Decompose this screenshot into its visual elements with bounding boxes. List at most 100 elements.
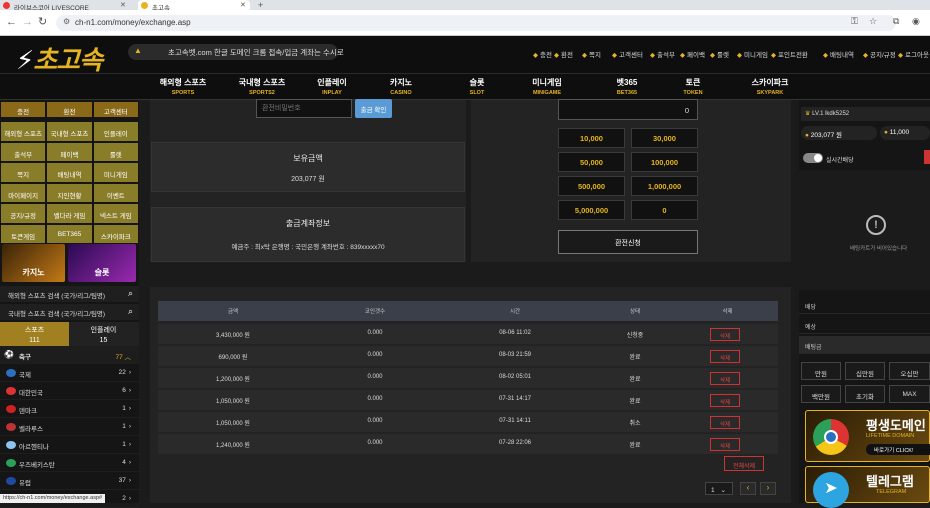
page-select[interactable]: 1 ⌄: [705, 482, 733, 495]
nav-item-sports[interactable]: 해외형 스포츠 SPORTS: [138, 77, 228, 96]
close-tab-icon[interactable]: ✕: [240, 1, 246, 9]
sidebar-menu-item-11[interactable]: 이벤트: [92, 182, 139, 203]
withdraw-submit-button[interactable]: 환전신청: [558, 230, 698, 254]
back-icon[interactable]: ←: [6, 16, 17, 28]
telegram-banner[interactable]: ➤ 텔레그램 TELEGRAM: [805, 466, 930, 508]
key-icon[interactable]: ⚿: [851, 16, 858, 27]
forward-icon[interactable]: →: [22, 16, 33, 28]
overseas-sports-search[interactable]: 해외형 스포츠 검색 (국가/리그/팀명) ⌕: [0, 286, 139, 302]
clear-cart-button[interactable]: [924, 150, 930, 164]
top-link-7[interactable]: ◆ 미니게임: [737, 49, 768, 59]
domestic-sports-search[interactable]: 국내형 스포츠 검색 (국가/리그/팀명) ⌕: [0, 304, 139, 320]
browser-tab-active[interactable]: 초고속: [138, 0, 250, 12]
profile-icon[interactable]: ◉: [912, 16, 920, 27]
top-link-6[interactable]: ◆ 룰렛: [710, 49, 729, 59]
amount-button-5[interactable]: 1,000,000: [631, 176, 698, 196]
delete-row-button[interactable]: 삭제: [710, 438, 740, 451]
sport-row-soccer[interactable]: ⚽ 축구 77 ︿: [0, 346, 139, 364]
delete-row-button[interactable]: 삭제: [710, 372, 740, 385]
top-link-5[interactable]: ◆ 페이백: [680, 49, 705, 59]
sidebar-menu-item-17[interactable]: 스카이파크: [92, 223, 139, 244]
sidebar-menu-item-2[interactable]: 인플레이: [92, 121, 139, 142]
live-odds-toggle[interactable]: [803, 153, 823, 163]
slot-banner[interactable]: 슬롯: [68, 244, 136, 282]
site-logo[interactable]: ⚡초고속: [16, 40, 103, 77]
casino-banner[interactable]: 카지노: [2, 244, 65, 282]
top-link-11[interactable]: ◆ 로그아웃: [898, 49, 929, 59]
lifetime-domain-banner[interactable]: 평생도메인 LIFETIME DOMAIN 바로가기 CLICK!: [805, 410, 930, 462]
tab-sports[interactable]: 스포츠 111: [0, 322, 69, 346]
withdraw-amount-input[interactable]: 0: [558, 99, 698, 120]
bet-chip-0[interactable]: 만원: [801, 362, 841, 380]
sidebar-menu-item-3[interactable]: 출석부: [0, 141, 47, 162]
sidebar-menu-item-14[interactable]: 넥스트 게임: [92, 203, 139, 224]
top-link-8[interactable]: ◆ 포인트전환: [771, 49, 808, 59]
delete-row-button[interactable]: 삭제: [710, 328, 740, 341]
delete-row-button[interactable]: 삭제: [710, 350, 740, 363]
delete-row-button[interactable]: 삭제: [710, 394, 740, 407]
close-tab-icon[interactable]: ✕: [120, 1, 126, 9]
league-row[interactable]: 덴마크 1 ›: [0, 400, 139, 418]
search-icon[interactable]: ⌕: [128, 306, 133, 317]
sidebar-menu-item-15[interactable]: 토큰게임: [0, 223, 47, 244]
next-page-button[interactable]: ›: [760, 482, 776, 495]
sidebar-menu-item-12[interactable]: 공지/규정: [0, 203, 47, 224]
league-row[interactable]: 대한민국 6 ›: [0, 382, 139, 400]
top-link-0[interactable]: ◆ 충전: [533, 49, 552, 59]
new-tab-icon[interactable]: +: [258, 0, 263, 10]
sidebar-menu-item-13[interactable]: 벨다라 게임: [46, 203, 93, 224]
sidebar-top-button-0[interactable]: 충전: [0, 101, 47, 118]
nav-item-minigame[interactable]: 미니게임 MINIGAME: [502, 77, 592, 96]
sidebar-menu-item-4[interactable]: 페이백: [46, 141, 93, 162]
site-info-icon[interactable]: ⚙: [63, 17, 70, 26]
bet-chip-3[interactable]: 백만원: [801, 385, 841, 403]
sidebar-menu-item-10[interactable]: 지인현황: [46, 182, 93, 203]
amount-button-1[interactable]: 30,000: [631, 128, 698, 148]
top-link-10[interactable]: ◆ 공지/규정: [863, 49, 896, 59]
league-row[interactable]: 아르헨티나 1 ›: [0, 436, 139, 454]
prev-page-button[interactable]: ‹: [740, 482, 756, 495]
confirm-password-button[interactable]: 출금 확인: [355, 99, 392, 118]
sidebar-top-button-2[interactable]: 고객센터: [92, 101, 139, 118]
top-link-1[interactable]: ◆ 환전: [554, 49, 573, 59]
top-link-4[interactable]: ◆ 출석부: [650, 49, 675, 59]
sidebar-menu-item-16[interactable]: BET365: [46, 223, 93, 244]
bet-chip-1[interactable]: 십만원: [845, 362, 885, 380]
league-row[interactable]: 벨라루스 1 ›: [0, 418, 139, 436]
sidebar-menu-item-0[interactable]: 해외형 스포츠: [0, 121, 47, 142]
bet-chip-4[interactable]: 초기화: [845, 385, 885, 403]
search-icon[interactable]: ⌕: [128, 288, 133, 299]
withdraw-password-input[interactable]: [256, 99, 352, 118]
amount-button-4[interactable]: 500,000: [558, 176, 625, 196]
tab-inplay[interactable]: 인플레이 15: [69, 322, 138, 346]
top-link-3[interactable]: ◆ 고객센터: [612, 49, 643, 59]
delete-all-button[interactable]: 전체삭제: [724, 456, 764, 471]
amount-button-2[interactable]: 50,000: [558, 152, 625, 172]
nav-item-skypark[interactable]: 스카이파크 SKYPARK: [725, 77, 815, 96]
amount-button-3[interactable]: 100,000: [631, 152, 698, 172]
bet-chip-2[interactable]: 오십만: [889, 362, 930, 380]
holding-box: 보유금액 203,077 원: [151, 142, 465, 192]
league-row[interactable]: 유럽 37 ›: [0, 472, 139, 490]
amount-button-0[interactable]: 10,000: [558, 128, 625, 148]
sidebar-menu-item-7[interactable]: 배팅내역: [46, 162, 93, 183]
top-link-9[interactable]: ◆ 배팅내역: [823, 49, 854, 59]
history-amount: 3,430,000 원: [216, 333, 250, 339]
sidebar-menu-item-6[interactable]: 쪽지: [0, 162, 47, 183]
bookmark-star-icon[interactable]: ☆: [869, 16, 877, 27]
amount-button-6[interactable]: 5,000,000: [558, 200, 625, 220]
sidebar-menu-item-5[interactable]: 룰렛: [92, 141, 139, 162]
amount-button-7[interactable]: 0: [631, 200, 698, 220]
league-row[interactable]: 국제 22 ›: [0, 364, 139, 382]
sidebar-menu-item-9[interactable]: 마이페이지: [0, 182, 47, 203]
browser-tab-livescore[interactable]: 라이브스코어 LIVESCORE: [0, 0, 135, 12]
sidebar-top-button-1[interactable]: 환전: [46, 101, 93, 118]
sidebar-menu-item-8[interactable]: 미니게임: [92, 162, 139, 183]
sidebar-menu-item-1[interactable]: 국내형 스포츠: [46, 121, 93, 142]
top-link-2[interactable]: ◆ 쪽지: [582, 49, 601, 59]
bet-chip-5[interactable]: MAX: [889, 385, 930, 403]
league-row[interactable]: 우즈베키스탄 4 ›: [0, 454, 139, 472]
delete-row-button[interactable]: 삭제: [710, 416, 740, 429]
extensions-icon[interactable]: ⧉: [893, 16, 899, 27]
reload-icon[interactable]: ↻: [38, 15, 47, 28]
